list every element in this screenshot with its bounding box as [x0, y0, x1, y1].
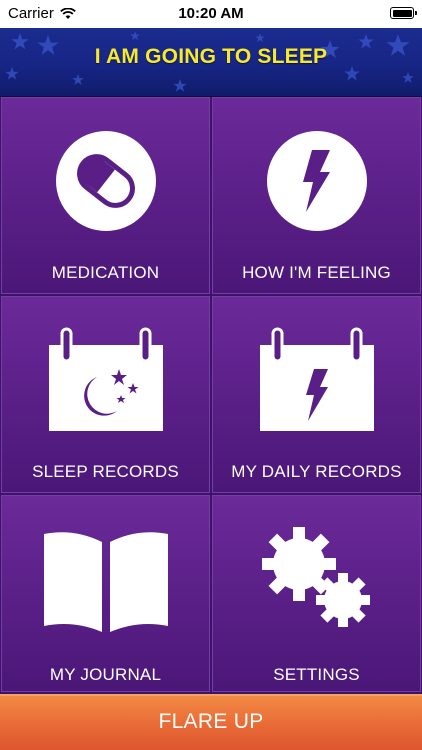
medication-tile[interactable]: MEDICATION	[1, 97, 210, 294]
sleep-records-tile[interactable]: SLEEP RECORDS	[1, 296, 210, 493]
app-screen: Carrier 10:20 AM I AM GOING TO SLEEP MED…	[0, 0, 422, 750]
lightning-bolt-icon	[266, 131, 367, 231]
menu-grid: MEDICATION HOW I'M FEELING SLEEP RECORDS…	[0, 96, 422, 694]
page-title: I AM GOING TO SLEEP	[94, 45, 328, 68]
feeling-icon-wrap	[212, 125, 421, 237]
medication-label: MEDICATION	[51, 263, 160, 282]
how-im-feeling-label: HOW I'M FEELING	[242, 263, 391, 282]
settings-tile[interactable]: SETTINGS	[212, 495, 421, 692]
how-im-feeling-tile[interactable]: HOW I'M FEELING	[212, 97, 421, 294]
journal-icon-wrap	[1, 523, 210, 635]
status-time: 10:20 AM	[178, 5, 244, 22]
sleep-records-icon-wrap	[1, 324, 210, 436]
settings-label: SETTINGS	[273, 665, 360, 684]
settings-icon-wrap	[212, 523, 421, 635]
flare-up-button[interactable]: FLARE UP	[0, 694, 422, 750]
my-journal-label: MY JOURNAL	[49, 665, 162, 684]
calendar-moon-icon	[48, 327, 163, 431]
open-book-icon	[43, 532, 168, 632]
calendar-bolt-icon	[259, 327, 374, 431]
gears-icon	[261, 527, 370, 627]
my-daily-records-label: MY DAILY RECORDS	[231, 462, 402, 481]
battery-icon	[390, 7, 417, 19]
daily-records-icon-wrap	[212, 324, 421, 436]
my-daily-records-tile[interactable]: MY DAILY RECORDS	[212, 296, 421, 493]
medication-icon-wrap	[1, 125, 210, 237]
sleep-records-label: SLEEP RECORDS	[32, 462, 179, 481]
header-banner[interactable]: I AM GOING TO SLEEP	[0, 28, 422, 97]
my-journal-tile[interactable]: MY JOURNAL	[1, 495, 210, 692]
status-bar: Carrier 10:20 AM	[0, 0, 422, 28]
pill-icon	[55, 131, 156, 231]
